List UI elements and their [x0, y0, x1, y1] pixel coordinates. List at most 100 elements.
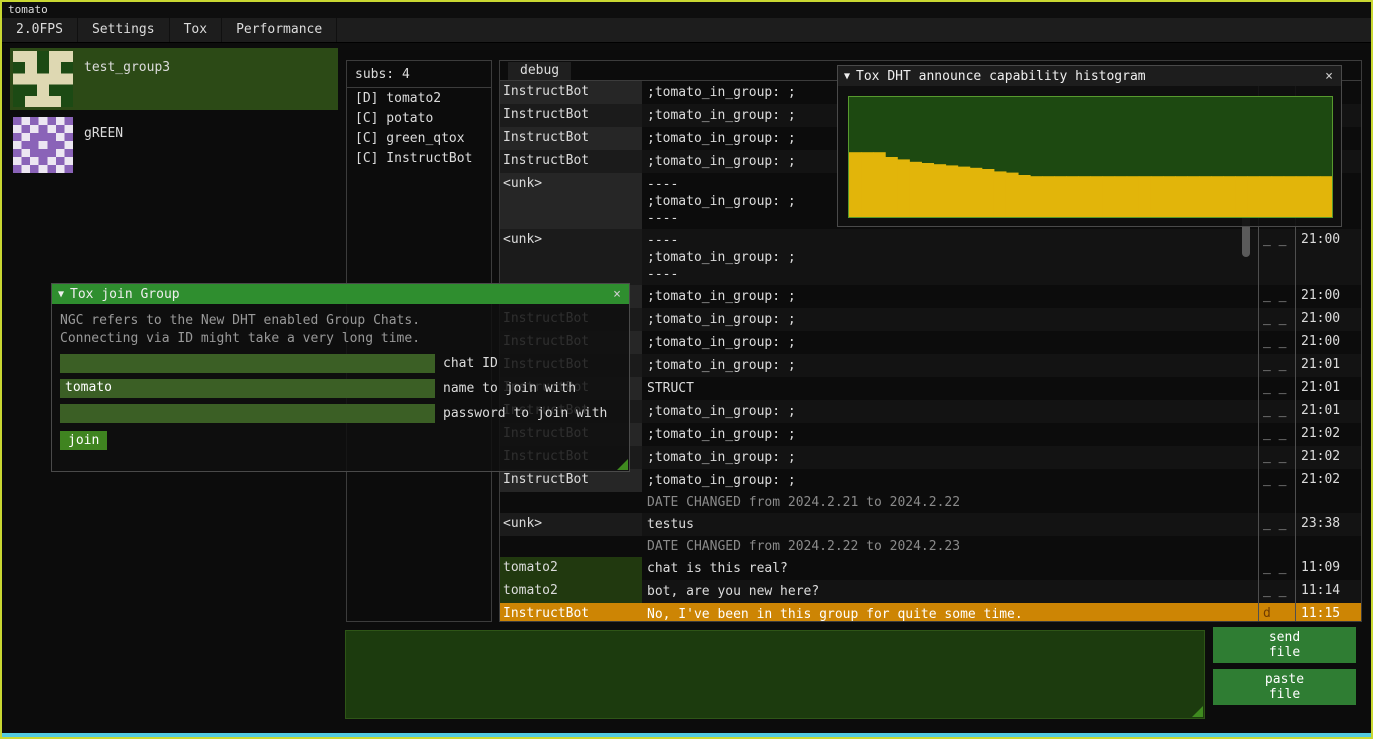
member-item[interactable]: [C] potato — [347, 108, 491, 128]
sender-name: InstructBot — [500, 104, 642, 127]
paste-file-label: file — [1269, 687, 1300, 702]
tab-debug[interactable]: debug — [508, 62, 571, 80]
message-time: 21:01 — [1295, 354, 1361, 377]
message-text: ;tomato_in_group: ; — [642, 400, 1258, 423]
message-row[interactable]: <unk>----;tomato_in_group: ;----_ _21:00 — [500, 229, 1361, 285]
join-field-row: password to join with — [60, 404, 621, 423]
join-password-input[interactable] — [60, 404, 435, 423]
dht-histogram-window: ▼ Tox DHT announce capability histogram … — [837, 65, 1342, 227]
message-text: ;tomato_in_group: ; — [642, 331, 1258, 354]
join-group-window: ▼ Tox join Group × NGC refers to the New… — [51, 283, 630, 472]
send-file-label: file — [1269, 645, 1300, 660]
message-flags: d — [1258, 603, 1295, 621]
menu-item-settings[interactable]: Settings — [78, 18, 170, 42]
message-row[interactable]: tomato2bot, are you new here?_ _11:14 — [500, 580, 1361, 603]
menu-item-performance[interactable]: Performance — [222, 18, 337, 42]
resize-grip-icon[interactable] — [1192, 706, 1203, 717]
close-icon[interactable]: × — [611, 287, 623, 302]
dht-histogram-title: Tox DHT announce capability histogram — [856, 69, 1146, 84]
histogram-bars — [849, 97, 1332, 217]
close-icon[interactable]: × — [1323, 69, 1335, 84]
message-text: chat is this real? — [642, 557, 1258, 580]
dht-histogram-body — [838, 87, 1341, 226]
message-text: No, I've been in this group for quite so… — [642, 603, 1258, 621]
chat-id-input[interactable] — [60, 354, 435, 373]
message-time: 21:00 — [1295, 308, 1361, 331]
message-text: STRUCT — [642, 377, 1258, 400]
message-text: ;tomato_in_group: ; — [642, 469, 1258, 492]
message-time: 21:00 — [1295, 285, 1361, 308]
sender-name: InstructBot — [500, 81, 642, 104]
group-avatar — [13, 51, 73, 107]
send-file-button[interactable]: send file — [1213, 627, 1356, 663]
sender-name: tomato2 — [500, 580, 642, 603]
message-time: 11:15 — [1295, 603, 1361, 621]
message-row[interactable]: InstructBotNo, I've been in this group f… — [500, 603, 1361, 621]
join-field-row: chat ID — [60, 354, 621, 373]
dht-histogram-plot — [848, 96, 1333, 218]
member-item[interactable]: [C] green_qtox — [347, 128, 491, 148]
message-time: 21:02 — [1295, 446, 1361, 469]
message-flags: _ _ — [1258, 580, 1295, 603]
message-time: 21:00 — [1295, 331, 1361, 354]
collapse-arrow-icon[interactable]: ▼ — [58, 289, 64, 300]
join-button[interactable]: join — [60, 431, 107, 450]
menu-item-tox[interactable]: Tox — [170, 18, 222, 42]
sender-name: InstructBot — [500, 469, 642, 492]
group-list: test_group3 — [10, 48, 338, 180]
join-group-titlebar: ▼ Tox join Group × — [52, 284, 629, 304]
date-row: DATE CHANGED from 2024.2.21 to 2024.2.22 — [500, 492, 1361, 513]
message-time: 21:00 — [1295, 229, 1361, 285]
message-text: ----;tomato_in_group: ;---- — [642, 229, 1258, 285]
message-row[interactable]: InstructBot;tomato_in_group: ;_ _21:02 — [500, 469, 1361, 492]
member-item[interactable]: [D] tomato2 — [347, 88, 491, 108]
group-name: gREEN — [84, 126, 123, 141]
message-flags: _ _ — [1258, 469, 1295, 492]
message-row[interactable]: <unk>testus_ _23:38 — [500, 513, 1361, 536]
date-row: DATE CHANGED from 2024.2.22 to 2024.2.23 — [500, 536, 1361, 557]
message-text: ;tomato_in_group: ; — [642, 423, 1258, 446]
sender-name: InstructBot — [500, 150, 642, 173]
group-item-test_group3[interactable]: test_group3 — [10, 48, 338, 110]
message-time: 21:02 — [1295, 423, 1361, 446]
member-item[interactable]: [C] InstructBot — [347, 148, 491, 168]
message-row[interactable]: tomato2chat is this real?_ _11:09 — [500, 557, 1361, 580]
sender-name: <unk> — [500, 513, 642, 536]
message-flags: _ _ — [1258, 331, 1295, 354]
join-group-body: NGC refers to the New DHT enabled Group … — [52, 304, 629, 456]
sender-name: tomato2 — [500, 557, 642, 580]
message-input[interactable] — [345, 630, 1205, 719]
sender-name — [500, 492, 642, 513]
message-time: 21:02 — [1295, 469, 1361, 492]
group-name: test_group3 — [84, 60, 170, 75]
message-time: 11:09 — [1295, 557, 1361, 580]
group-item-gREEN[interactable]: gREEN — [10, 114, 338, 176]
sender-name: InstructBot — [500, 603, 642, 621]
dht-histogram-titlebar: ▼ Tox DHT announce capability histogram … — [838, 66, 1341, 86]
sender-name: InstructBot — [500, 127, 642, 150]
message-text: DATE CHANGED from 2024.2.22 to 2024.2.23 — [642, 536, 1258, 557]
field-label: chat ID — [443, 356, 498, 371]
message-flags — [1258, 492, 1295, 513]
join-name-input[interactable]: tomato — [60, 379, 435, 398]
message-flags: _ _ — [1258, 377, 1295, 400]
member-list: [D] tomato2[C] potato[C] green_qtox[C] I… — [347, 88, 491, 168]
message-flags: _ _ — [1258, 423, 1295, 446]
message-flags: _ _ — [1258, 400, 1295, 423]
collapse-arrow-icon[interactable]: ▼ — [844, 71, 850, 82]
window-titlebar: tomato — [2, 2, 1371, 18]
join-group-title: Tox join Group — [70, 287, 180, 302]
app-window: tomato 2.0FPSSettingsToxPerformance test… — [0, 0, 1373, 739]
join-fields: chat IDtomatoname to join withpassword t… — [60, 354, 621, 423]
send-file-label: send — [1269, 630, 1300, 645]
bottom-accent-bar — [2, 733, 1371, 737]
paste-file-button[interactable]: paste file — [1213, 669, 1356, 705]
join-info-line: Connecting via ID might take a very long… — [60, 330, 621, 348]
message-flags: _ _ — [1258, 354, 1295, 377]
message-time — [1295, 536, 1361, 557]
resize-grip-icon[interactable] — [617, 459, 628, 470]
message-flags: _ _ — [1258, 308, 1295, 331]
message-time: 21:01 — [1295, 377, 1361, 400]
message-text: ;tomato_in_group: ; — [642, 354, 1258, 377]
sender-name: <unk> — [500, 173, 642, 229]
